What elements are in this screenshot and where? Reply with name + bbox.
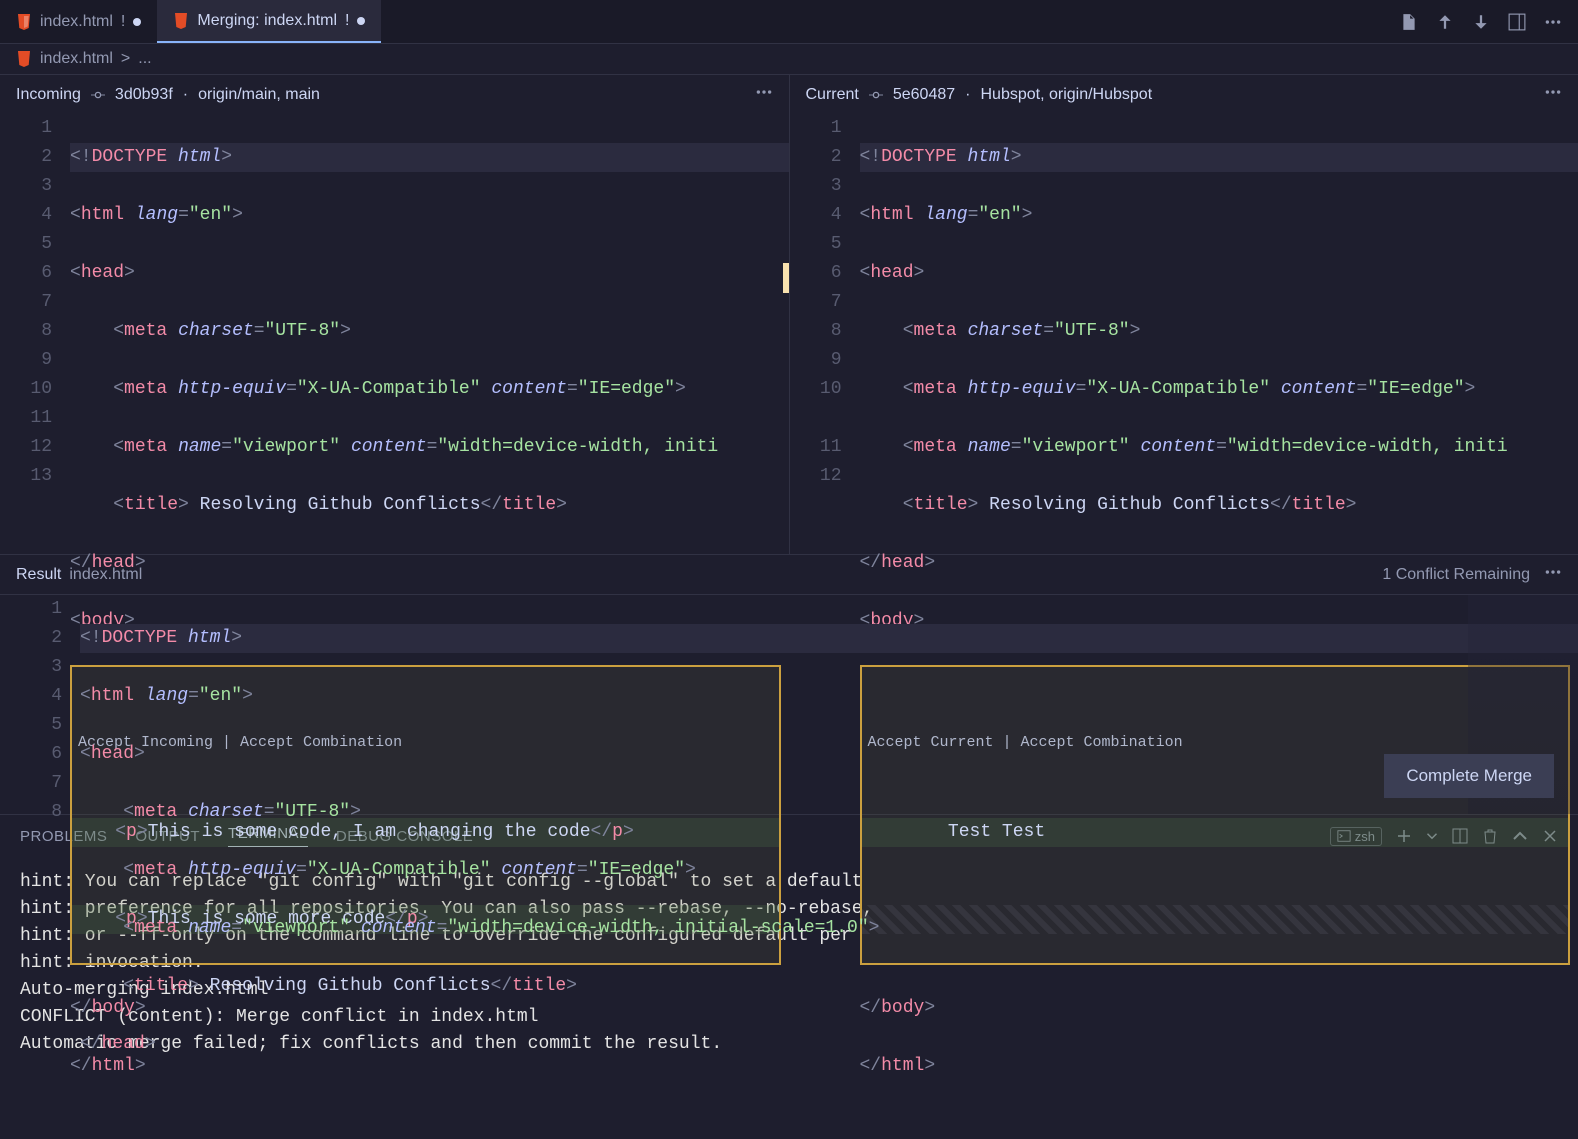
result-pane: 12345678 <!DOCTYPE html> <html lang="en"… — [0, 594, 1578, 814]
breadcrumb-sep: > — [121, 50, 130, 68]
incoming-pane: Incoming 3d0b93f · origin/main, main 123… — [0, 75, 790, 554]
merge-compare: Incoming 3d0b93f · origin/main, main 123… — [0, 74, 1578, 554]
dirty-dot-icon — [133, 18, 141, 26]
tab-merge[interactable]: Merging: index.html ! — [157, 0, 381, 43]
dirty-dot-icon — [357, 17, 365, 25]
breadcrumb[interactable]: index.html > ... — [0, 44, 1578, 74]
incoming-header: Incoming 3d0b93f · origin/main, main — [0, 75, 789, 114]
change-marker — [783, 263, 789, 293]
incoming-refs: origin/main, main — [198, 86, 320, 104]
arrow-up-icon[interactable] — [1436, 13, 1454, 31]
current-header: Current 5e60487 · Hubspot, origin/Hubspo… — [790, 75, 1578, 114]
complete-merge-button[interactable]: Complete Merge — [1384, 754, 1554, 798]
current-refs: Hubspot, origin/Hubspot — [980, 86, 1152, 104]
line-gutter: 12345678 — [0, 595, 80, 1117]
tab-actions — [1400, 13, 1578, 31]
go-to-file-icon[interactable] — [1400, 13, 1418, 31]
current-hash: 5e60487 — [893, 86, 955, 104]
incoming-title: Incoming — [16, 86, 81, 104]
arrow-down-icon[interactable] — [1472, 13, 1490, 31]
html5-icon — [16, 51, 32, 67]
tab-label: Merging: index.html — [197, 12, 337, 30]
tab-suffix: ! — [345, 12, 349, 30]
html5-icon — [173, 13, 189, 29]
html5-icon — [16, 14, 32, 30]
tab-file-index[interactable]: index.html ! — [0, 0, 157, 43]
tab-label: index.html — [40, 13, 113, 31]
breadcrumb-more: ... — [138, 50, 151, 68]
tab-suffix: ! — [121, 13, 125, 31]
current-pane: Current 5e60487 · Hubspot, origin/Hubspo… — [790, 75, 1578, 554]
commit-icon — [869, 88, 883, 102]
editor-tabs: index.html ! Merging: index.html ! — [0, 0, 1578, 44]
more-icon[interactable] — [1544, 13, 1562, 31]
result-code[interactable]: 12345678 <!DOCTYPE html> <html lang="en"… — [0, 595, 1578, 1117]
breadcrumb-file: index.html — [40, 50, 113, 68]
current-title: Current — [806, 86, 859, 104]
incoming-hash: 3d0b93f — [115, 86, 173, 104]
more-icon[interactable] — [1544, 83, 1562, 106]
commit-icon — [91, 88, 105, 102]
more-icon[interactable] — [755, 83, 773, 106]
layout-icon[interactable] — [1508, 13, 1526, 31]
